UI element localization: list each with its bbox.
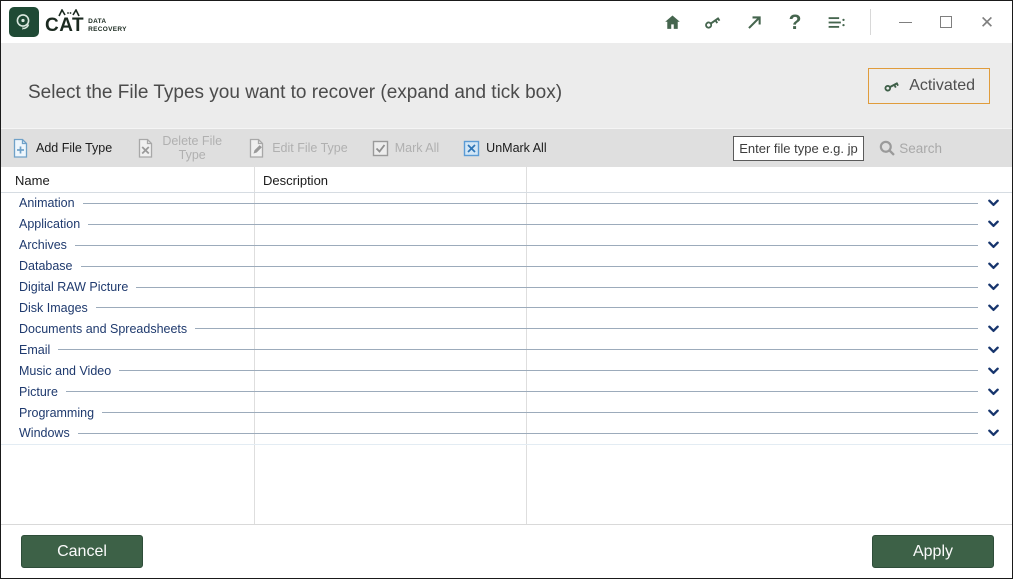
edit-file-type-button[interactable]: Edit File Type bbox=[247, 138, 348, 159]
row-rule bbox=[88, 224, 978, 225]
brand-subtitle: DATA RECOVERY bbox=[88, 11, 127, 33]
minimize-button[interactable] bbox=[894, 11, 916, 33]
search-input[interactable] bbox=[733, 136, 864, 161]
help-icon[interactable]: ? bbox=[784, 11, 806, 33]
chevron-down-icon[interactable] bbox=[988, 283, 999, 291]
home-icon[interactable] bbox=[661, 11, 683, 33]
app-logo: CAT DATA RECOVERY bbox=[9, 7, 127, 37]
row-rule bbox=[78, 433, 978, 434]
row-rule bbox=[195, 328, 978, 329]
cat-ears-icon bbox=[58, 9, 80, 17]
page-title: Select the File Types you want to recove… bbox=[28, 82, 562, 104]
delete-file-icon bbox=[136, 138, 155, 159]
brand-name: CAT bbox=[45, 10, 84, 35]
chevron-down-icon[interactable] bbox=[988, 429, 999, 437]
row-rule bbox=[102, 412, 978, 413]
row-rule bbox=[96, 307, 978, 308]
row-rule bbox=[136, 287, 978, 288]
chevron-down-icon[interactable] bbox=[988, 241, 999, 249]
table-row[interactable]: Digital RAW Picture bbox=[1, 277, 1012, 298]
row-rule bbox=[66, 391, 978, 392]
file-type-name[interactable]: Email bbox=[19, 343, 50, 357]
chevron-down-icon[interactable] bbox=[988, 199, 999, 207]
row-rule bbox=[75, 245, 978, 246]
table-row[interactable]: Database bbox=[1, 256, 1012, 277]
edit-file-icon bbox=[247, 138, 266, 159]
key-icon bbox=[883, 77, 901, 95]
maximize-button[interactable] bbox=[935, 11, 957, 33]
chevron-down-icon[interactable] bbox=[988, 367, 999, 375]
row-rule bbox=[81, 266, 978, 267]
table-row[interactable]: Archives bbox=[1, 235, 1012, 256]
activated-label: Activated bbox=[909, 77, 975, 95]
file-type-name[interactable]: Music and Video bbox=[19, 364, 111, 378]
file-type-name[interactable]: Disk Images bbox=[19, 301, 88, 315]
chevron-down-icon[interactable] bbox=[988, 262, 999, 270]
titlebar-separator bbox=[870, 9, 871, 35]
column-header-name: Name bbox=[15, 173, 50, 188]
file-type-name[interactable]: Windows bbox=[19, 426, 70, 440]
column-header-description: Description bbox=[263, 173, 328, 188]
search-label: Search bbox=[899, 141, 942, 156]
table-row[interactable]: Email bbox=[1, 339, 1012, 360]
key-icon[interactable] bbox=[702, 11, 724, 33]
table-row[interactable]: Windows bbox=[1, 423, 1012, 444]
add-file-icon bbox=[11, 138, 30, 159]
chevron-down-icon[interactable] bbox=[988, 409, 999, 417]
chevron-down-icon[interactable] bbox=[988, 388, 999, 396]
edit-file-type-label: Edit File Type bbox=[272, 141, 348, 155]
table-row[interactable]: Picture bbox=[1, 381, 1012, 402]
table-row[interactable]: Music and Video bbox=[1, 360, 1012, 381]
chevron-down-icon[interactable] bbox=[988, 220, 999, 228]
menu-icon[interactable] bbox=[825, 11, 847, 33]
toolbar: Add File Type Delete File Type Edit File… bbox=[1, 128, 1012, 167]
footer: Cancel Apply bbox=[1, 524, 1012, 578]
row-rule bbox=[83, 203, 978, 204]
table-row[interactable]: Application bbox=[1, 214, 1012, 235]
chevron-down-icon[interactable] bbox=[988, 325, 999, 333]
close-button[interactable]: ✕ bbox=[976, 11, 998, 33]
chevron-down-icon[interactable] bbox=[988, 346, 999, 354]
row-rule bbox=[58, 349, 978, 350]
file-type-name[interactable]: Programming bbox=[19, 406, 94, 420]
row-rule bbox=[119, 370, 978, 371]
app-window: CAT DATA RECOVERY bbox=[0, 0, 1013, 579]
file-type-name[interactable]: Archives bbox=[19, 238, 67, 252]
file-type-table: Name Description Animation Application Arc… bbox=[1, 167, 1012, 524]
file-type-name[interactable]: Picture bbox=[19, 385, 58, 399]
cancel-button[interactable]: Cancel bbox=[21, 535, 143, 568]
table-row[interactable]: Programming bbox=[1, 402, 1012, 423]
apply-button[interactable]: Apply bbox=[872, 535, 994, 568]
add-file-type-label: Add File Type bbox=[36, 141, 112, 155]
unmark-all-button[interactable]: UnMark All bbox=[463, 140, 546, 157]
mark-all-button[interactable]: Mark All bbox=[372, 140, 439, 157]
chevron-down-icon[interactable] bbox=[988, 304, 999, 312]
table-row[interactable]: Disk Images bbox=[1, 298, 1012, 319]
search-button[interactable]: Search bbox=[878, 139, 942, 158]
table-header: Name Description bbox=[1, 167, 1012, 193]
share-arrow-icon[interactable] bbox=[743, 11, 765, 33]
table-row[interactable]: Documents and Spreadsheets bbox=[1, 318, 1012, 339]
titlebar: CAT DATA RECOVERY bbox=[1, 1, 1012, 43]
delete-file-type-label: Delete File Type bbox=[161, 134, 223, 163]
activated-button[interactable]: Activated bbox=[868, 68, 990, 104]
table-row[interactable]: Animation bbox=[1, 193, 1012, 214]
file-type-name[interactable]: Database bbox=[19, 259, 73, 273]
search-icon bbox=[878, 139, 897, 158]
file-type-name[interactable]: Application bbox=[19, 217, 80, 231]
delete-file-type-button[interactable]: Delete File Type bbox=[136, 134, 223, 163]
mark-all-label: Mark All bbox=[395, 141, 439, 155]
unmark-all-label: UnMark All bbox=[486, 141, 546, 155]
file-type-name[interactable]: Documents and Spreadsheets bbox=[19, 322, 187, 336]
page-header: Select the File Types you want to recove… bbox=[1, 43, 1012, 128]
file-type-name[interactable]: Animation bbox=[19, 196, 75, 210]
logo-disk-icon bbox=[9, 7, 39, 37]
table-body: Animation Application Archives Database Digi… bbox=[1, 193, 1012, 445]
file-type-name[interactable]: Digital RAW Picture bbox=[19, 280, 128, 294]
checked-checkbox-icon bbox=[372, 140, 389, 157]
add-file-type-button[interactable]: Add File Type bbox=[11, 138, 112, 159]
crossed-checkbox-icon bbox=[463, 140, 480, 157]
